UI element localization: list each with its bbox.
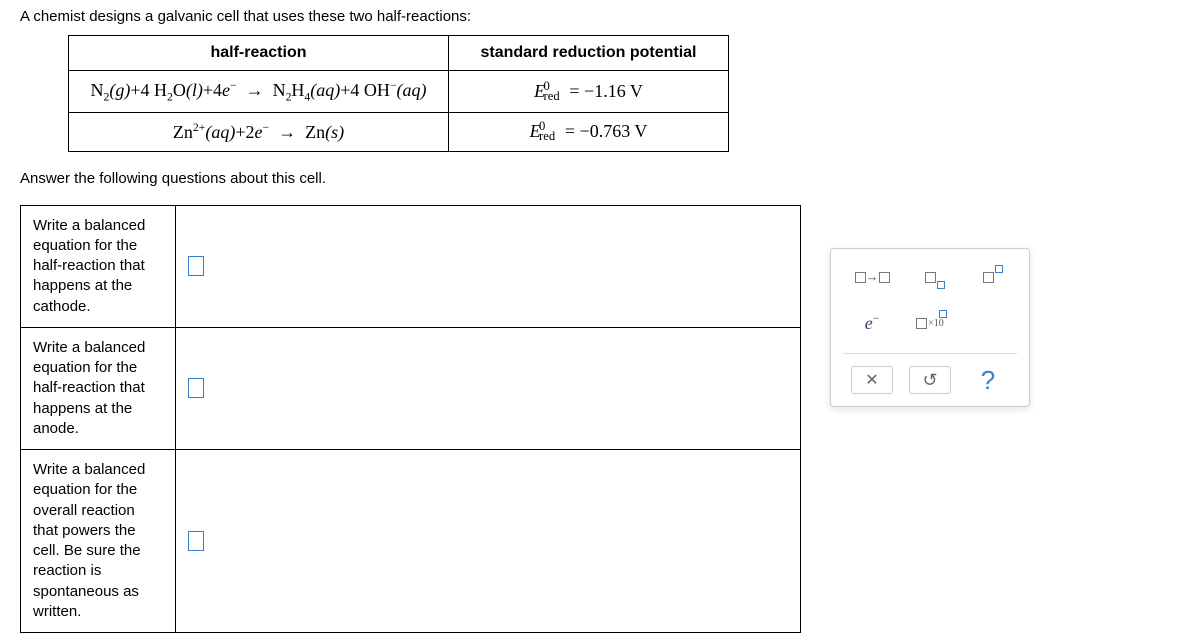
potential-1: E0red = −1.16 V xyxy=(449,71,729,113)
subscript-icon xyxy=(937,281,945,289)
x10-label: ×10 xyxy=(928,318,944,329)
question-cathode: Write a balanced equation for the half-r… xyxy=(21,205,176,327)
superscript-button[interactable] xyxy=(967,261,1009,293)
electron-button[interactable]: e− xyxy=(851,307,893,339)
placeholder-icon xyxy=(916,318,927,329)
yields-arrow-button[interactable]: → xyxy=(851,261,893,293)
electron-label: e xyxy=(865,313,873,333)
equation-input[interactable] xyxy=(188,531,204,551)
arrow-icon: → xyxy=(866,269,879,285)
col-header-potential: standard reduction potential xyxy=(449,36,729,71)
help-icon: ? xyxy=(981,365,995,396)
table-row: Write a balanced equation for the overal… xyxy=(21,450,801,633)
equation-toolbox: → e− ×10 ✕ ↺ ? xyxy=(830,248,1030,407)
equation-input[interactable] xyxy=(188,256,204,276)
answer-cell-cathode[interactable] xyxy=(176,205,801,327)
toolbox-spacer xyxy=(967,307,1009,339)
answer-cell-overall[interactable] xyxy=(176,450,801,633)
placeholder-icon xyxy=(879,272,890,283)
toolbox-divider xyxy=(843,353,1017,354)
question-anode: Write a balanced equation for the half-r… xyxy=(21,327,176,449)
answer-cell-anode[interactable] xyxy=(176,327,801,449)
reaction-2: Zn2+(aq)+2e− → Zn(s) xyxy=(69,112,449,151)
reset-button[interactable]: ↺ xyxy=(909,366,951,394)
table-row: N2(g)+4 H2O(l)+4e− → N2H4(aq)+4 OH−(aq) … xyxy=(69,71,729,113)
intro-text: A chemist designs a galvanic cell that u… xyxy=(20,8,1180,25)
subscript-button[interactable] xyxy=(909,261,951,293)
clear-button[interactable]: ✕ xyxy=(851,366,893,394)
superscript-icon xyxy=(995,265,1003,273)
potential-2: E0red = −0.763 V xyxy=(449,112,729,151)
reaction-1: N2(g)+4 H2O(l)+4e− → N2H4(aq)+4 OH−(aq) xyxy=(69,71,449,113)
placeholder-icon xyxy=(925,272,936,283)
placeholder-icon xyxy=(855,272,866,283)
answer-table: Write a balanced equation for the half-r… xyxy=(20,205,801,634)
placeholder-icon xyxy=(983,272,994,283)
half-reactions-table: half-reaction standard reduction potenti… xyxy=(68,35,729,152)
close-icon: ✕ xyxy=(865,370,878,390)
table-row: Zn2+(aq)+2e− → Zn(s) E0red = −0.763 V xyxy=(69,112,729,151)
question-overall: Write a balanced equation for the overal… xyxy=(21,450,176,633)
col-header-reaction: half-reaction xyxy=(69,36,449,71)
table-row: Write a balanced equation for the half-r… xyxy=(21,327,801,449)
table-row: Write a balanced equation for the half-r… xyxy=(21,205,801,327)
undo-icon: ↺ xyxy=(922,370,937,391)
help-button[interactable]: ? xyxy=(967,366,1009,394)
sci-notation-button[interactable]: ×10 xyxy=(909,307,951,339)
exponent-icon xyxy=(939,310,947,318)
equation-input[interactable] xyxy=(188,378,204,398)
answer-prompt: Answer the following questions about thi… xyxy=(20,170,1180,187)
